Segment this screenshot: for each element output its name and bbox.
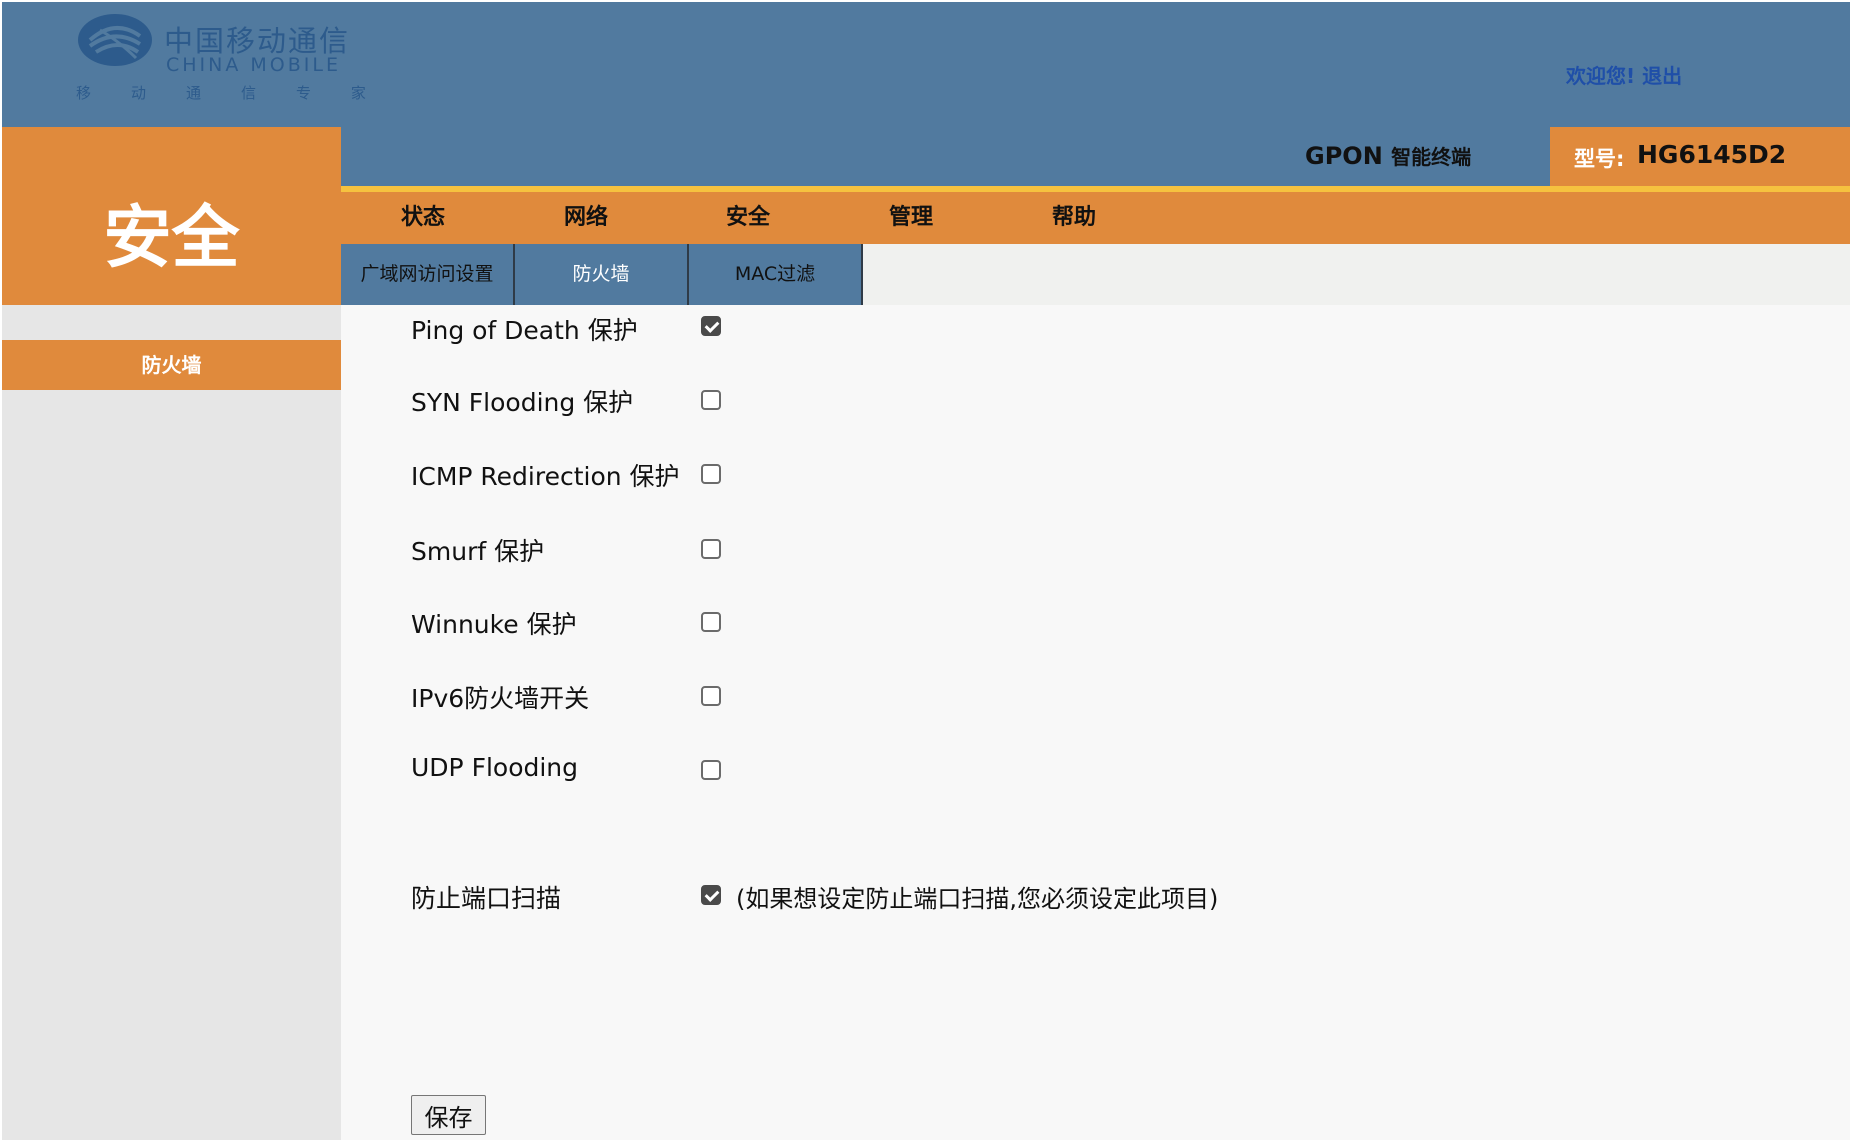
brand-slogan: 移 动 通 信 专 家 bbox=[76, 82, 366, 103]
icmp-redirection-checkbox[interactable] bbox=[701, 464, 721, 484]
header: 中国移动通信 CHINA MOBILE 移 动 通 信 专 家 欢迎您! 退出 bbox=[2, 2, 1850, 127]
option-label: Ping of Death 保护 bbox=[411, 316, 638, 345]
tab-firewall[interactable]: 防火墙 bbox=[515, 244, 689, 305]
product-name: GPON 智能终端 bbox=[1305, 141, 1471, 170]
section-title: 安全 bbox=[103, 199, 240, 278]
nav-security[interactable]: 安全 bbox=[678, 192, 818, 244]
welcome-text: 欢迎您! bbox=[1566, 64, 1636, 88]
tab-wan-access[interactable]: 广域网访问设置 bbox=[341, 244, 515, 305]
main-nav: 状态 网络 安全 管理 帮助 bbox=[341, 192, 1850, 244]
product-bar: GPON 智能终端 型号: HG6145D2 bbox=[341, 127, 1850, 186]
nav-help[interactable]: 帮助 bbox=[1004, 192, 1144, 244]
brand-name-en: CHINA MOBILE bbox=[166, 54, 341, 76]
firewall-form: Ping of Death 保护 SYN Flooding 保护 ICMP Re… bbox=[341, 305, 1850, 1140]
port-scan-label: 防止端口扫描 bbox=[411, 884, 562, 913]
product-type: GPON bbox=[1305, 142, 1383, 170]
model-value: HG6145D2 bbox=[1637, 140, 1787, 169]
option-label: Winnuke 保护 bbox=[411, 610, 577, 639]
section-title-box: 安全 bbox=[2, 127, 341, 305]
model-box: 型号: HG6145D2 bbox=[1550, 127, 1850, 186]
sidebar-item-firewall[interactable]: 防火墙 bbox=[2, 340, 341, 390]
slogan-char: 信 bbox=[240, 84, 256, 102]
syn-flooding-checkbox[interactable] bbox=[701, 390, 721, 410]
option-label: Smurf 保护 bbox=[411, 537, 545, 566]
sub-tabs: 广域网访问设置 防火墙 MAC过滤 bbox=[341, 244, 1850, 305]
china-mobile-emblem-icon bbox=[78, 14, 152, 66]
slogan-char: 移 bbox=[76, 84, 92, 102]
sidebar: 防火墙 bbox=[2, 305, 341, 1140]
save-button[interactable]: 保存 bbox=[411, 1095, 486, 1135]
page-frame: 中国移动通信 CHINA MOBILE 移 动 通 信 专 家 欢迎您! 退出 … bbox=[2, 2, 1850, 1140]
winnuke-checkbox[interactable] bbox=[701, 612, 721, 632]
slogan-char: 家 bbox=[350, 84, 366, 102]
welcome-area: 欢迎您! 退出 bbox=[1566, 60, 1682, 89]
udp-flooding-checkbox[interactable] bbox=[701, 760, 721, 780]
tab-mac-filter[interactable]: MAC过滤 bbox=[689, 244, 863, 305]
option-label: ICMP Redirection 保护 bbox=[411, 462, 680, 491]
option-label: UDP Flooding bbox=[411, 753, 579, 782]
slogan-char: 通 bbox=[185, 84, 201, 102]
nav-management[interactable]: 管理 bbox=[841, 192, 981, 244]
port-scan-checkbox[interactable] bbox=[701, 885, 721, 905]
slogan-char: 动 bbox=[130, 84, 146, 102]
nav-network[interactable]: 网络 bbox=[516, 192, 656, 244]
china-mobile-logo: 中国移动通信 CHINA MOBILE 移 动 通 信 专 家 bbox=[76, 12, 436, 112]
nav-status[interactable]: 状态 bbox=[353, 192, 493, 244]
slogan-char: 专 bbox=[295, 84, 311, 102]
port-scan-note: (如果想设定防止端口扫描,您必须设定此项目) bbox=[736, 885, 1219, 913]
model-label: 型号: bbox=[1574, 147, 1625, 171]
logout-link[interactable]: 退出 bbox=[1642, 64, 1682, 88]
ipv6-firewall-checkbox[interactable] bbox=[701, 686, 721, 706]
option-label: SYN Flooding 保护 bbox=[411, 388, 634, 417]
product-subtitle: 智能终端 bbox=[1391, 145, 1472, 169]
option-label: IPv6防火墙开关 bbox=[411, 684, 590, 713]
smurf-checkbox[interactable] bbox=[701, 539, 721, 559]
ping-of-death-checkbox[interactable] bbox=[701, 316, 721, 336]
